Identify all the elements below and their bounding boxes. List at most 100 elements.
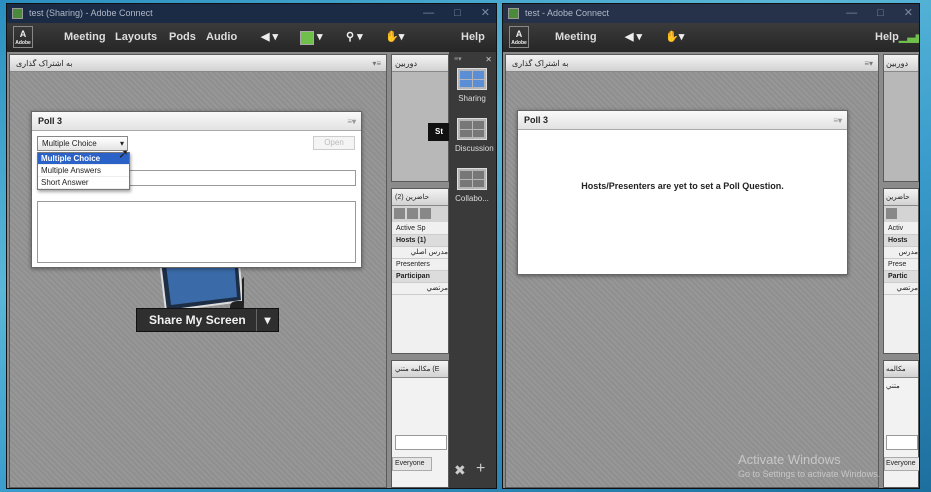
connection-strength-icon: ▁▃▅ [899,31,919,43]
attendees-pod-header: حاضرين [884,189,918,206]
minimize-icon[interactable]: — [423,4,434,23]
activate-windows-subtext: Go to Settings to activate Windows. [738,469,880,479]
list-view-icon[interactable] [394,208,405,219]
menu-meeting[interactable]: Meeting [64,31,106,43]
layout-thumbnail-icon [457,68,487,90]
list-item[interactable]: Presenters [392,259,448,271]
menu-help[interactable]: Help [875,31,899,43]
maximize-icon[interactable]: □ [454,4,461,23]
microphone-icon[interactable] [300,31,314,45]
poll-type-selected-value: Multiple Choice [42,139,97,148]
share-pod-title: به اشتراک گذاری [16,59,73,68]
share-options-chevron-down-icon[interactable]: ▾ [256,309,278,331]
participant-pod-area: به اشتراک گذاری ≡▾ Poll 3 ≡▾ Hosts/Prese… [503,52,919,488]
list-item[interactable]: Prese [884,259,918,271]
webcam-icon[interactable]: ⚲ ▾ [346,30,363,43]
layout-sharing[interactable]: Sharing [455,68,489,103]
list-item[interactable]: مدرس [884,247,918,259]
layout-discussion[interactable]: Discussion [455,118,494,153]
menu-layouts[interactable]: Layouts [115,31,157,43]
participant-side-column: دوربين حاضرين Activ Hosts مدرس Prese Par… [883,54,919,488]
participant-window-title: test - Adobe Connect [525,8,610,18]
chat-everyone-button[interactable]: Everyone [392,457,432,471]
poll-title: Poll 3 [38,116,63,126]
attendee-status-icon[interactable] [420,208,431,219]
microphone-dropdown-icon[interactable]: ▾ [317,30,323,43]
host-pod-area: به اشتراک گذاری ≡▾ Share My Screen ▾ Pol… [7,52,496,488]
video-pod-header: دوربين [392,55,448,72]
tray-close-icon[interactable]: ✕ [485,55,492,64]
menu-help[interactable]: Help [461,31,485,43]
chat-pod-header: مكالمه متني (E [392,361,448,378]
list-item[interactable]: Activ [884,223,918,235]
poll-type-option-short-answer[interactable]: Short Answer [38,177,129,189]
start-webcam-button[interactable]: St [428,123,450,141]
chat-message-input[interactable] [886,435,918,450]
poll-options-icon[interactable]: ≡▾ [347,112,356,131]
share-pod-header: به اشتراک گذاری ≡▾ [506,55,878,72]
chat-title-suffix: (E [432,366,440,373]
host-side-column: دوربين St حاضرين (2) Active Sp Hosts (1) [391,54,450,488]
layout-collaboration[interactable]: Collabo... [455,168,489,203]
share-pod-header: به اشتراک گذاری ≡▾ [10,55,386,72]
speaker-icon[interactable]: ◀ ▾ [261,30,278,43]
tray-menu-icon[interactable]: ≡▾ [454,55,462,63]
list-item[interactable]: Active Sp [392,223,448,235]
minimize-icon[interactable]: — [846,4,857,23]
menu-pods[interactable]: Pods [169,31,196,43]
tray-settings-icon[interactable]: ✖ [454,462,466,479]
list-item[interactable]: مدرس اصلي [392,247,448,259]
share-pod-title: به اشتراک گذاری [512,59,569,68]
participant-menubar: AAdobe Meeting ◀ ▾ ✋▾ Help ▁▃▅ [503,23,919,52]
participant-titlebar: test - Adobe Connect — □ ✕ [503,4,919,23]
menu-audio[interactable]: Audio [206,31,237,43]
poll-type-select[interactable]: Multiple Choice ▾ [37,136,128,151]
chat-title: مكالمه متني [886,366,906,390]
fullscreen-icon[interactable] [407,208,418,219]
attendees-list: Active Sp Hosts (1) مدرس اصلي Presenters… [392,223,448,295]
pod-options-icon[interactable]: ≡▾ [864,55,873,72]
list-item[interactable]: Hosts (1) [392,235,448,247]
raise-hand-icon[interactable]: ✋▾ [665,30,684,43]
layout-discussion-label: Discussion [455,144,494,153]
menu-meeting[interactable]: Meeting [555,31,597,43]
chat-pod: مكالمه متني Everyone [883,360,919,488]
speaker-icon[interactable]: ◀ ▾ [625,30,642,43]
list-item[interactable]: Participan [392,271,448,283]
host-titlebar: test (Sharing) - Adobe Connect — □ ✕ [7,4,496,23]
participant-window: test - Adobe Connect — □ ✕ A Adobe Meetin… [502,3,920,489]
attendees-pod-header: حاضرين (2) [392,189,448,206]
list-view-icon[interactable] [886,208,897,219]
layout-thumbnail-icon [457,118,487,140]
chat-message-input[interactable] [395,435,447,450]
maximize-icon[interactable]: □ [877,4,884,23]
raise-hand-icon[interactable]: ✋▾ [385,30,404,43]
poll-open-button[interactable]: Open [313,136,355,150]
close-icon[interactable]: ✕ [481,4,490,23]
video-pod: دوربين [883,54,919,182]
adobe-logo-icon: A Adobe [509,26,529,48]
adobe-logo-icon: A Adobe [13,26,33,48]
poll-pod: Poll 3 ≡▾ Hosts/Presenters are yet to se… [517,110,848,275]
list-item[interactable]: Hosts [884,235,918,247]
attendees-toolbar [884,206,918,222]
poll-question-input[interactable] [106,170,356,186]
poll-type-option-multiple-answers[interactable]: Multiple Answers [38,165,129,177]
list-item[interactable]: مرتضي [392,283,448,295]
poll-type-option-multiple-choice[interactable]: Multiple Choice [38,153,129,165]
chat-title: مكالمه متني [395,366,431,373]
add-layout-icon[interactable]: + [476,460,485,478]
poll-title: Poll 3 [524,115,549,125]
close-icon[interactable]: ✕ [904,4,913,23]
share-my-screen-button[interactable]: Share My Screen ▾ [136,308,279,332]
chat-pod-header: مكالمه متني [884,361,918,390]
poll-options-icon[interactable]: ≡▾ [833,111,842,130]
list-item[interactable]: مرتضي [884,283,918,295]
list-item[interactable]: Partic [884,271,918,283]
chat-everyone-button[interactable]: Everyone [884,457,919,471]
chat-pod: مكالمه متني (E Everyone [391,360,449,488]
video-pod-title: دوربين [395,59,418,68]
poll-answers-textarea[interactable] [37,201,356,263]
pod-options-icon[interactable]: ≡▾ [372,55,381,72]
host-window-title: test (Sharing) - Adobe Connect [29,8,153,18]
